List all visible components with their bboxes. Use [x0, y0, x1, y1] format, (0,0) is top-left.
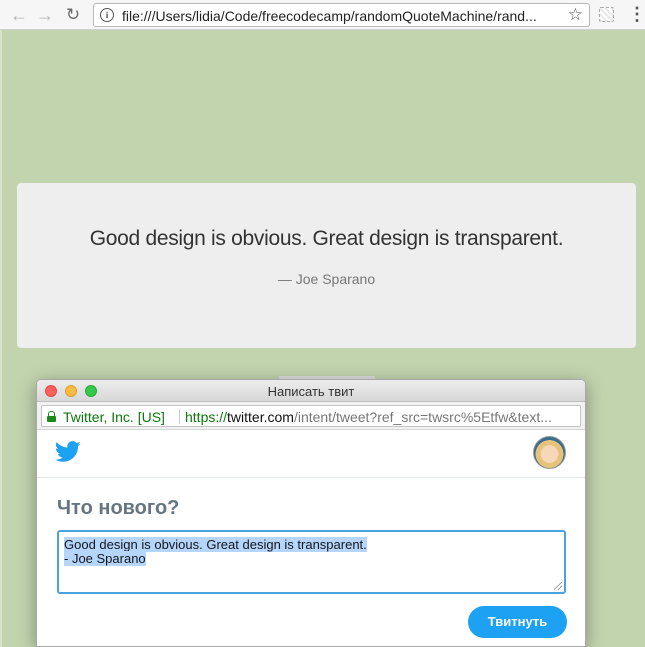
popup-url[interactable]: https://twitter.com/intent/tweet?ref_src… [185, 409, 577, 425]
compose-heading: Что нового? [57, 497, 180, 519]
tweet-text-line: Good design is obvious. Great design is … [64, 537, 559, 552]
star-icon[interactable]: ☆ [568, 5, 583, 25]
menu-icon[interactable]: ⋮ [628, 5, 645, 25]
reload-icon[interactable]: ↻ [62, 4, 84, 26]
divider [179, 409, 180, 424]
twitter-header [37, 431, 585, 478]
tweet-button[interactable]: Твитнуть [468, 606, 567, 638]
quote-card: Good design is obvious. Great design is … [17, 183, 636, 348]
back-arrow-icon[interactable]: ← [8, 4, 30, 26]
url-host: twitter.com [227, 409, 294, 425]
tweet-text-line: - Joe Sparano [64, 550, 559, 566]
popup-address-bar: Twitter, Inc. [US] https://twitter.com/i… [37, 402, 585, 430]
avatar[interactable] [533, 436, 566, 469]
tweet-line-1: Good design is obvious. Great design is … [64, 537, 367, 552]
resize-handle-icon[interactable] [554, 582, 562, 590]
tweet-popup-window: Написать твит Twitter, Inc. [US] https:/… [36, 379, 586, 647]
tweet-line-3: - Joe Sparano [64, 550, 146, 566]
popup-titlebar[interactable]: Написать твит [37, 380, 585, 402]
browser-toolbar: ← → ↻ i file:///Users/lidia/Code/freecod… [0, 0, 645, 30]
popup-url-box[interactable]: Twitter, Inc. [US] https://twitter.com/i… [41, 405, 581, 427]
extension-icon[interactable] [599, 7, 614, 22]
address-url[interactable]: file:///Users/lidia/Code/freecodecamp/ra… [122, 8, 562, 24]
window-edge [0, 30, 2, 647]
lock-icon[interactable] [47, 411, 56, 422]
quote-author: — Joe Sparano [277, 271, 376, 287]
quote-text: Good design is obvious. Great design is … [89, 227, 564, 250]
info-icon[interactable]: i [100, 8, 114, 22]
popup-title: Написать твит [267, 384, 355, 399]
twitter-bird-icon[interactable] [55, 441, 81, 463]
security-org: Twitter, Inc. [US] [63, 409, 165, 425]
url-path: /intent/tweet?ref_src=twsrc%5Etfw&text..… [293, 409, 552, 425]
url-scheme: https:// [185, 409, 228, 425]
forward-arrow-icon[interactable]: → [34, 4, 56, 26]
address-bar[interactable]: i file:///Users/lidia/Code/freecodecamp/… [93, 3, 590, 27]
tweet-textarea[interactable]: Good design is obvious. Great design is … [57, 530, 566, 594]
